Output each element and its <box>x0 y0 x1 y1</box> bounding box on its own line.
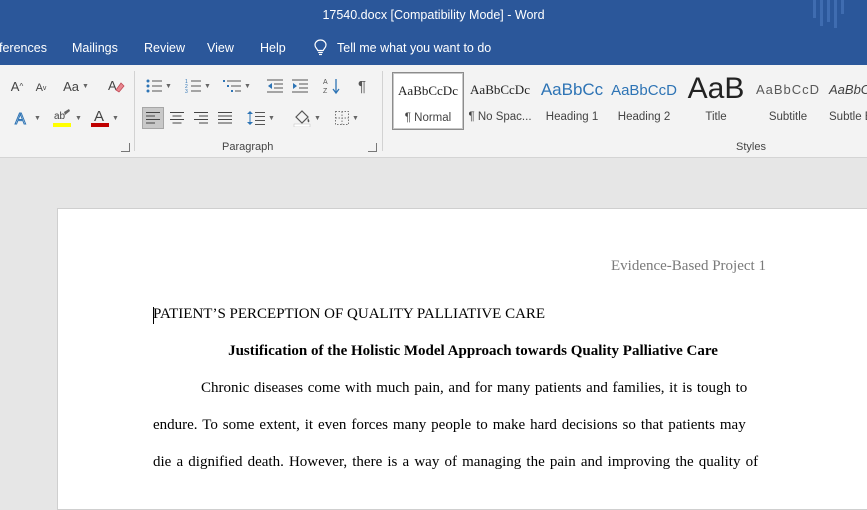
decrease-indent-icon[interactable] <box>264 75 286 97</box>
page-header: Evidence-Based Project 1 <box>611 258 766 274</box>
style-normal[interactable]: AaBbCcDc ¶ Normal <box>392 72 464 130</box>
paragraph-dialog-launcher[interactable] <box>368 143 377 152</box>
shrink-font-icon[interactable]: Av <box>31 78 51 98</box>
style-sample: AaBbCcD <box>829 82 867 97</box>
text-highlight-button[interactable]: ab ▼ <box>50 107 84 129</box>
ribbon-tabs: ferences Mailings Review View Help Tell … <box>0 32 867 65</box>
style-sample: AaBbCcDc <box>398 83 458 98</box>
style-name: ¶ No Spac... <box>468 111 532 123</box>
group-separator <box>134 71 135 151</box>
tell-me-box[interactable]: Tell me what you want to do <box>314 39 491 56</box>
line-spacing-button[interactable]: ▼ <box>244 107 278 129</box>
justify-icon[interactable] <box>214 107 236 129</box>
svg-text:ab: ab <box>54 111 66 122</box>
paragraph-group-label: Paragraph <box>222 141 274 153</box>
text-effects-icon: A <box>15 111 27 128</box>
highlighter-icon: ab <box>53 109 72 127</box>
shading-button[interactable]: ▼ <box>290 107 324 129</box>
tell-me-text: Tell me what you want to do <box>337 40 492 55</box>
style-subtle-emphasis[interactable]: AaBbCcD Subtle E <box>825 72 867 128</box>
lightbulb-icon <box>314 39 327 56</box>
svg-text:A: A <box>15 111 26 127</box>
ribbon: A ^ Av Aa ▼ A A ▼ ab ▼ A ▼ ▼ 1 2 3 ▼ ▼ AZ ¶ <box>0 65 867 158</box>
styles-group-label: Styles <box>736 141 766 153</box>
numbering-icon: 123 <box>185 79 202 93</box>
font-color-icon: A <box>91 108 110 128</box>
title-decoration-icon <box>813 0 844 28</box>
title-bar: 17540.docx [Compatibility Mode] - Word <box>0 0 867 32</box>
multilevel-list-button[interactable]: ▼ <box>220 75 254 97</box>
svg-text:3: 3 <box>185 89 188 93</box>
sort-icon[interactable]: AZ <box>321 75 343 97</box>
style-subtitle[interactable]: AaBbCcD Subtitle <box>753 72 823 128</box>
document-title: PATIENT’S PERCEPTION OF QUALITY PALLIATI… <box>153 306 546 322</box>
paragraph-line: die a dignified death. However, there is… <box>153 454 759 470</box>
multilevel-list-icon <box>223 80 242 92</box>
font-dialog-launcher[interactable] <box>121 143 130 152</box>
grow-font-icon[interactable]: A ^ <box>6 76 28 96</box>
bullets-icon <box>146 79 163 93</box>
style-heading-1[interactable]: AaBbCc Heading 1 <box>537 72 607 128</box>
style-name: Heading 1 <box>545 111 599 123</box>
font-color-button[interactable]: A ▼ <box>88 107 122 129</box>
style-title[interactable]: AaB Title <box>681 72 751 128</box>
style-no-spacing[interactable]: AaBbCcDc ¶ No Spac... <box>465 72 535 128</box>
paragraph-line: endure. To some extent, it even forces m… <box>153 417 746 433</box>
style-name: Title <box>705 111 727 123</box>
change-case-label: Aa <box>63 78 79 94</box>
svg-text:A: A <box>108 78 117 93</box>
style-sample: AaBbCcDc <box>470 82 530 97</box>
align-center-icon[interactable] <box>166 107 188 129</box>
document-heading: Justification of the Holistic Model Appr… <box>228 343 718 359</box>
align-left-icon[interactable] <box>142 107 164 129</box>
style-sample: AaBbCcD <box>611 82 677 99</box>
style-sample: AaBbCc <box>540 80 604 99</box>
tab-help[interactable]: Help <box>260 41 286 55</box>
paint-bucket-icon <box>293 110 311 127</box>
borders-icon <box>335 111 350 125</box>
line-spacing-icon <box>247 111 266 125</box>
style-sample: AaB <box>687 72 745 105</box>
document-page[interactable]: Evidence-Based Project 1 PATIENT’S PERCE… <box>57 208 867 510</box>
style-sample: AaBbCcD <box>755 82 821 97</box>
window-title: 17540.docx [Compatibility Mode] - Word <box>322 8 545 22</box>
show-formatting-marks-icon[interactable]: ¶ <box>351 75 373 97</box>
style-name: Heading 2 <box>617 111 671 123</box>
style-heading-2[interactable]: AaBbCcD Heading 2 <box>609 72 679 128</box>
text-effects-button[interactable]: A ▼ <box>12 107 42 129</box>
group-separator <box>382 71 383 151</box>
tab-mailings[interactable]: Mailings <box>72 41 118 55</box>
style-name: Subtle E <box>829 111 867 123</box>
svg-text:Z: Z <box>323 88 328 95</box>
numbering-button[interactable]: 1 2 3 ▼ <box>182 75 214 97</box>
clear-formatting-icon[interactable]: A <box>105 75 127 97</box>
bullets-button[interactable]: ▼ <box>143 75 175 97</box>
change-case-button[interactable]: Aa ▼ <box>60 76 92 96</box>
tab-view[interactable]: View <box>207 41 234 55</box>
tab-review[interactable]: Review <box>144 41 185 55</box>
paragraph-line: Chronic diseases come with much pain, an… <box>201 380 748 396</box>
align-right-icon[interactable] <box>190 107 212 129</box>
style-name: Subtitle <box>768 111 808 123</box>
borders-button[interactable]: ▼ <box>330 107 364 129</box>
increase-indent-icon[interactable] <box>289 75 311 97</box>
tab-references[interactable]: ferences <box>0 41 47 55</box>
svg-text:A: A <box>323 79 328 86</box>
style-name: ¶ Normal <box>404 112 452 124</box>
